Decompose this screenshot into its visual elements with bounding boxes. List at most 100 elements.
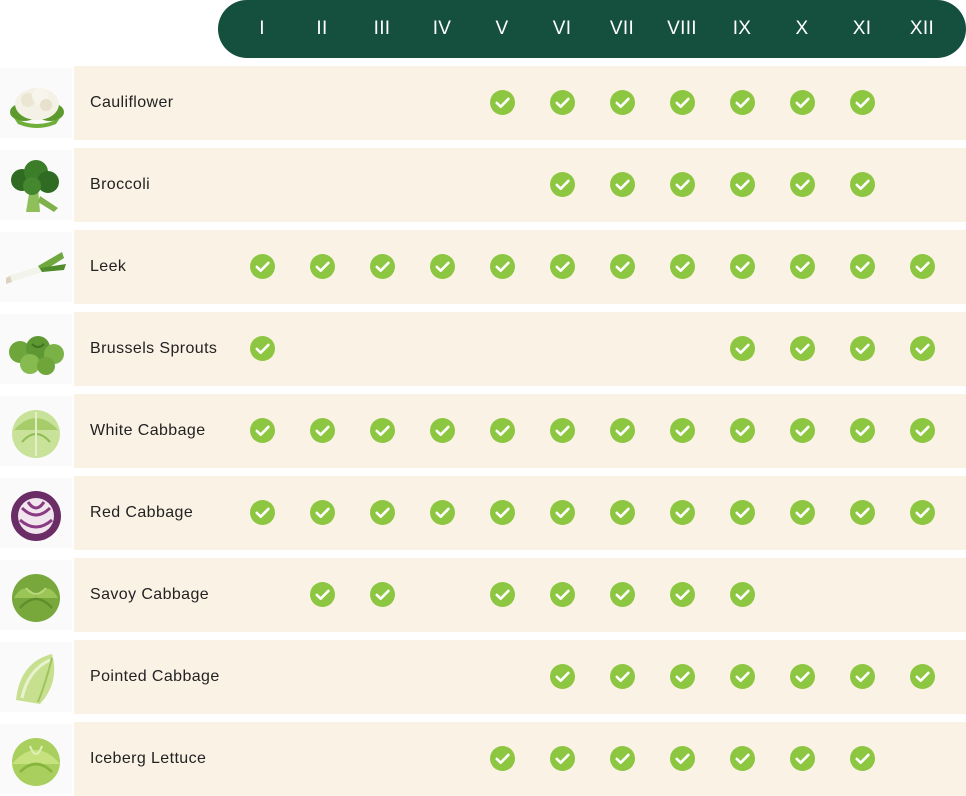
vegetable-name: Savoy Cabbage [90, 586, 210, 603]
month-label-6: VI [552, 18, 572, 39]
vegetable-name: Red Cabbage [90, 504, 194, 521]
check-circle-icon [849, 664, 875, 689]
check-circle-icon [669, 746, 695, 771]
check-circle-icon [369, 418, 395, 443]
check-circle-icon [549, 172, 575, 197]
check-circle-icon [549, 254, 575, 279]
check-circle-icon [729, 582, 755, 607]
iceberg-lettuce-icon [0, 724, 72, 794]
table-row: Leek [0, 230, 966, 304]
check-circle-icon [489, 582, 515, 607]
check-circle-icon [669, 90, 695, 115]
check-circle-icon [249, 336, 275, 361]
check-circle-icon [729, 336, 755, 361]
check-circle-icon [429, 418, 455, 443]
row-band [74, 394, 966, 468]
check-circle-icon [609, 172, 635, 197]
table-row: White Cabbage [0, 394, 966, 468]
check-circle-icon [609, 746, 635, 771]
check-circle-icon [309, 500, 335, 525]
check-circle-icon [849, 418, 875, 443]
vegetable-name: Pointed Cabbage [90, 668, 220, 685]
check-circle-icon [669, 582, 695, 607]
check-circle-icon [789, 500, 815, 525]
vegetable-name: Cauliflower [90, 94, 174, 111]
check-circle-icon [369, 254, 395, 279]
table-row: Brussels Sprouts [0, 312, 966, 386]
check-circle-icon [309, 418, 335, 443]
check-circle-icon [849, 746, 875, 771]
check-circle-icon [549, 664, 575, 689]
check-circle-icon [249, 500, 275, 525]
red-cabbage-icon [0, 478, 72, 548]
check-circle-icon [789, 172, 815, 197]
savoy-cabbage-icon [0, 560, 72, 630]
check-circle-icon [429, 500, 455, 525]
check-circle-icon [849, 336, 875, 361]
row-band [74, 148, 966, 222]
month-label-5: V [495, 18, 509, 39]
check-circle-icon [549, 418, 575, 443]
check-circle-icon [849, 172, 875, 197]
check-circle-icon [609, 582, 635, 607]
month-label-7: VII [609, 18, 635, 39]
vegetable-name: Broccoli [90, 176, 151, 193]
check-circle-icon [789, 664, 815, 689]
check-circle-icon [789, 336, 815, 361]
month-label-10: X [795, 18, 809, 39]
check-circle-icon [609, 90, 635, 115]
check-circle-icon [729, 90, 755, 115]
check-circle-icon [429, 254, 455, 279]
cauliflower-icon [0, 68, 72, 138]
vegetable-name: Iceberg Lettuce [90, 750, 207, 767]
month-label-2: II [316, 18, 328, 39]
check-circle-icon [909, 336, 935, 361]
leek-icon [0, 232, 72, 302]
table-row: Pointed Cabbage [0, 640, 966, 714]
vegetable-name: Leek [90, 258, 127, 275]
pointed-cabbage-icon [0, 642, 72, 712]
check-circle-icon [729, 172, 755, 197]
check-circle-icon [669, 172, 695, 197]
month-label-4: IV [432, 18, 452, 39]
check-circle-icon [729, 418, 755, 443]
month-label-11: XI [852, 18, 872, 39]
check-circle-icon [609, 500, 635, 525]
table-row: Broccoli [0, 148, 966, 222]
check-circle-icon [849, 254, 875, 279]
check-circle-icon [789, 90, 815, 115]
month-label-12: XII [909, 18, 935, 39]
broccoli-icon [0, 150, 72, 220]
check-circle-icon [489, 500, 515, 525]
white-cabbage-icon [0, 396, 72, 466]
check-circle-icon [909, 254, 935, 279]
month-label-1: I [259, 18, 265, 39]
check-circle-icon [909, 500, 935, 525]
check-circle-icon [789, 254, 815, 279]
check-circle-icon [669, 254, 695, 279]
check-circle-icon [249, 418, 275, 443]
check-circle-icon [489, 418, 515, 443]
check-circle-icon [489, 90, 515, 115]
table-row: Savoy Cabbage [0, 558, 966, 632]
check-circle-icon [309, 254, 335, 279]
check-circle-icon [729, 500, 755, 525]
brussels-sprouts-icon [0, 314, 72, 384]
check-circle-icon [369, 500, 395, 525]
check-circle-icon [609, 418, 635, 443]
row-band [74, 476, 966, 550]
table-row: Red Cabbage [0, 476, 966, 550]
table-row: Cauliflower [0, 66, 966, 140]
vegetable-name: White Cabbage [90, 422, 206, 439]
check-circle-icon [549, 500, 575, 525]
check-circle-icon [849, 90, 875, 115]
check-circle-icon [729, 254, 755, 279]
check-circle-icon [249, 254, 275, 279]
month-label-9: IX [732, 18, 752, 39]
check-circle-icon [729, 664, 755, 689]
row-band [74, 66, 966, 140]
check-circle-icon [549, 746, 575, 771]
check-circle-icon [609, 664, 635, 689]
row-band [74, 722, 966, 796]
check-circle-icon [609, 254, 635, 279]
